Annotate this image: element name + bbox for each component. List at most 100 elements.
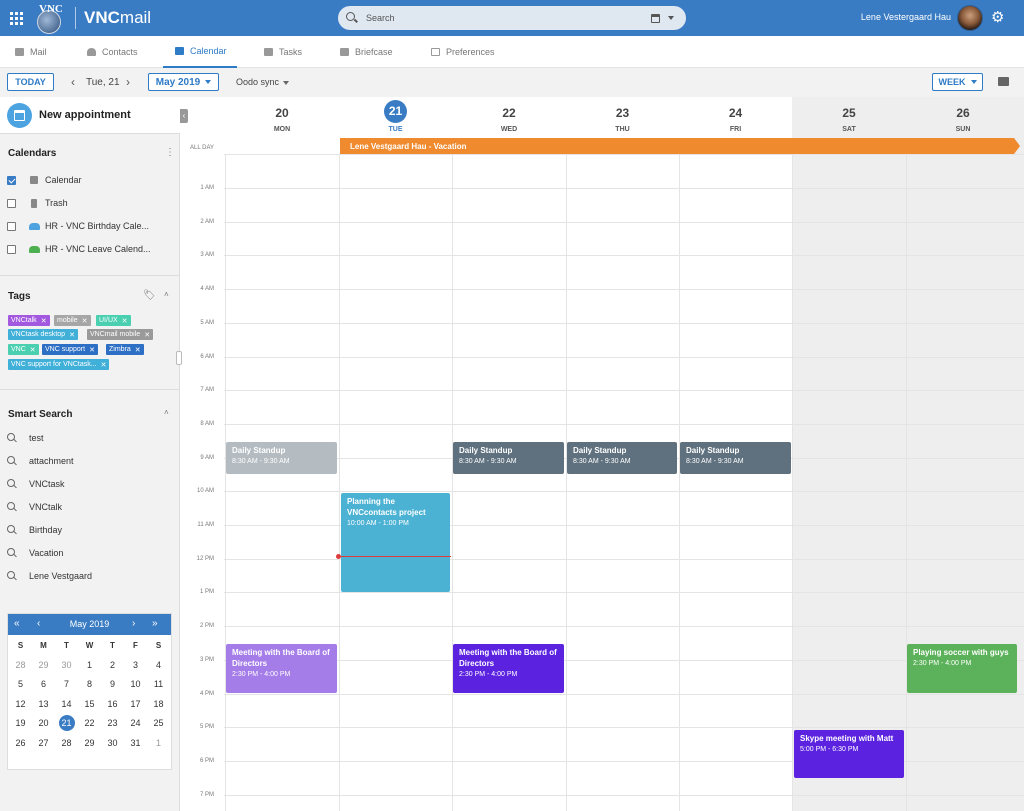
tab-tasks[interactable]: Tasks: [264, 36, 302, 68]
mini-calendar-day[interactable]: 23: [101, 714, 124, 734]
close-icon[interactable]: ✕: [144, 331, 150, 339]
tag-chip[interactable]: VNCtalk ✕: [8, 315, 50, 326]
smart-search-item[interactable]: Lene Vestgaard: [0, 566, 180, 586]
mini-calendar-day[interactable]: 29: [32, 655, 55, 675]
mini-calendar-day[interactable]: 9: [101, 675, 124, 695]
tag-chip[interactable]: VNCtask desktop ✕: [8, 329, 78, 340]
calendar-checkbox[interactable]: [7, 175, 16, 185]
day-header-sun[interactable]: 26 SUN: [906, 97, 1020, 137]
mini-calendar-day[interactable]: 14: [55, 694, 78, 714]
sync-dropdown[interactable]: Oodo sync: [236, 77, 290, 87]
tag-chip[interactable]: VNC support ✕: [42, 344, 98, 355]
mini-calendar-day[interactable]: 10: [124, 675, 147, 695]
mini-calendar-day[interactable]: 15: [78, 694, 101, 714]
next-month-icon[interactable]: ›: [132, 618, 135, 629]
calendar-event[interactable]: Daily Standup 8:30 AM - 9:30 AM: [226, 442, 337, 474]
mini-calendar-day[interactable]: 25: [147, 714, 170, 734]
mini-calendar-day[interactable]: 5: [9, 675, 32, 695]
close-icon[interactable]: ✕: [30, 346, 36, 354]
mini-calendar-day[interactable]: 30: [55, 655, 78, 675]
mini-calendar-day[interactable]: 31: [124, 733, 147, 753]
calendar-event[interactable]: Meeting with the Board of Directors 2:30 …: [226, 644, 337, 693]
mini-calendar-day[interactable]: 19: [9, 714, 32, 734]
mini-calendar-day[interactable]: 20: [32, 714, 55, 734]
vnc-logo[interactable]: VNC: [33, 2, 69, 34]
mini-calendar-day[interactable]: 16: [101, 694, 124, 714]
close-icon[interactable]: ✕: [69, 331, 75, 339]
mini-calendar-day[interactable]: 3: [124, 655, 147, 675]
mini-calendar-day[interactable]: 30: [101, 733, 124, 753]
smart-search-item[interactable]: VNCtalk: [0, 497, 180, 517]
gear-icon[interactable]: ⚙: [991, 10, 1006, 25]
tab-preferences[interactable]: Preferences: [431, 36, 495, 68]
tab-contacts[interactable]: Contacts: [87, 36, 138, 68]
mini-calendar-day[interactable]: 22: [78, 714, 101, 734]
calendar-event[interactable]: Skype meeting with Matt 5:00 PM - 6:30 PM: [794, 730, 904, 778]
prev-week-chevron-icon[interactable]: ‹: [71, 76, 81, 88]
today-button[interactable]: TODAY: [7, 73, 54, 91]
mini-calendar-day[interactable]: 11: [147, 675, 170, 695]
view-selector-button[interactable]: WEEK: [932, 73, 983, 91]
calendar-item-hr-leave[interactable]: HR - VNC Leave Calend...: [0, 239, 180, 259]
day-header-mon[interactable]: 20 MON: [225, 97, 339, 137]
smart-search-item[interactable]: VNCtask: [0, 474, 180, 494]
mini-calendar-day[interactable]: 18: [147, 694, 170, 714]
more-vertical-icon[interactable]: ⋮: [165, 147, 175, 158]
day-header-fri[interactable]: 24 FRI: [679, 97, 792, 137]
day-header-thu[interactable]: 23 THU: [566, 97, 679, 137]
calendar-event[interactable]: Daily Standup 8:30 AM - 9:30 AM: [567, 442, 677, 474]
calendar-item-calendar[interactable]: Calendar: [0, 170, 180, 190]
next-year-icon[interactable]: »: [152, 618, 158, 629]
close-icon[interactable]: ✕: [101, 361, 107, 369]
close-icon[interactable]: ✕: [89, 346, 95, 354]
tab-mail[interactable]: Mail: [15, 36, 47, 68]
search-input[interactable]: Search: [366, 13, 651, 23]
mini-calendar-day[interactable]: 28: [9, 655, 32, 675]
tab-briefcase[interactable]: Briefcase: [340, 36, 393, 68]
new-appointment-button[interactable]: New appointment: [0, 97, 180, 134]
tag-chip[interactable]: VNCmail mobile ✕: [87, 329, 154, 340]
day-header-tue[interactable]: 21 TUE: [339, 97, 452, 137]
mini-calendar-day[interactable]: 1: [147, 733, 170, 753]
mini-calendar-day[interactable]: 6: [32, 675, 55, 695]
smart-search-item[interactable]: Birthday: [0, 520, 180, 540]
tag-chip[interactable]: Zimbra ✕: [106, 344, 144, 355]
collapse-sidebar-chevron-icon[interactable]: ‹: [180, 109, 188, 123]
next-week-chevron-icon[interactable]: ›: [126, 76, 136, 88]
close-icon[interactable]: ✕: [122, 317, 128, 325]
mini-calendar-day[interactable]: 8: [78, 675, 101, 695]
close-icon[interactable]: ✕: [41, 317, 47, 325]
calendar-event[interactable]: Daily Standup 8:30 AM - 9:30 AM: [680, 442, 791, 474]
mini-calendar-day[interactable]: 26: [9, 733, 32, 753]
calendar-item-hr-birthday[interactable]: HR - VNC Birthday Cale...: [0, 216, 180, 236]
hr-leave-checkbox[interactable]: [7, 244, 16, 254]
mini-calendar-day[interactable]: 13: [32, 694, 55, 714]
search-bar[interactable]: Search: [338, 6, 686, 30]
mini-calendar-day[interactable]: 12: [9, 694, 32, 714]
smart-search-item[interactable]: test: [0, 428, 180, 448]
trash-checkbox[interactable]: [7, 198, 16, 208]
apps-grid-icon[interactable]: [1, 0, 31, 36]
mini-calendar-day[interactable]: 21: [55, 714, 78, 734]
calendar-event[interactable]: Meeting with the Board of Directors 2:30 …: [453, 644, 564, 693]
mini-calendar-day[interactable]: 7: [55, 675, 78, 695]
calendar-event[interactable]: Playing soccer with guys 2:30 PM - 4:00 P…: [907, 644, 1017, 693]
day-header-wed[interactable]: 22 WED: [452, 97, 566, 137]
hr-birthday-checkbox[interactable]: [7, 221, 16, 231]
mini-calendar-day[interactable]: 4: [147, 655, 170, 675]
sidebar-resize-handle[interactable]: [176, 351, 182, 365]
close-icon[interactable]: ✕: [82, 317, 88, 325]
day-header-sat[interactable]: 25 SAT: [792, 97, 906, 137]
mini-calendar-day[interactable]: 27: [32, 733, 55, 753]
tag-chip[interactable]: UI/UX ✕: [96, 315, 131, 326]
tag-icon[interactable]: 🏷: [143, 290, 156, 301]
search-calendar-icon[interactable]: [651, 13, 660, 23]
calendar-event[interactable]: Planning the VNCcontacts project 10:00 AM…: [341, 493, 450, 592]
search-options-chevron-icon[interactable]: [668, 16, 674, 20]
calendar-event[interactable]: Daily Standup 8:30 AM - 9:30 AM: [453, 442, 564, 474]
mini-calendar-day[interactable]: 29: [78, 733, 101, 753]
mini-calendar-day[interactable]: 28: [55, 733, 78, 753]
tag-chip[interactable]: VNC ✕: [8, 344, 39, 355]
calendar-item-trash[interactable]: Trash: [0, 193, 180, 213]
avatar[interactable]: [957, 5, 983, 31]
